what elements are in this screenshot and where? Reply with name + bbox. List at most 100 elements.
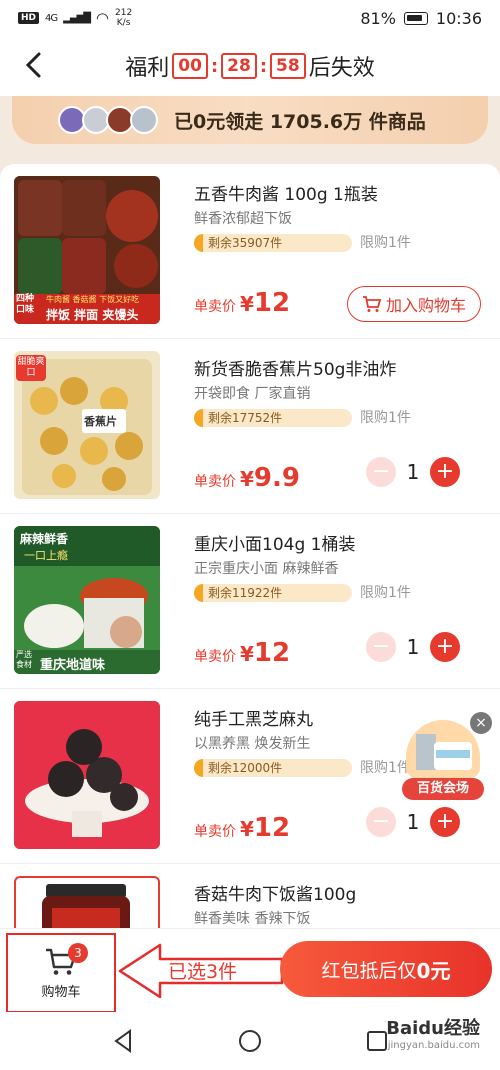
- plus-icon[interactable]: +: [430, 457, 460, 487]
- stock-badge: 剩余12000件: [194, 759, 352, 777]
- checkout-label: 红包抵后仅: [321, 959, 417, 982]
- back-icon: [25, 52, 41, 78]
- back-button[interactable]: [18, 50, 48, 80]
- product-name[interactable]: 新货香脆香蕉片50g非油炸: [194, 355, 396, 380]
- limit-text: 限购1件: [360, 235, 411, 251]
- product-desc: 开袋即食 厂家直销: [194, 386, 311, 402]
- product-image: [14, 701, 160, 849]
- claim-banner: 已0元领走 1705.6万 件商品: [12, 96, 488, 144]
- image-top-text: 麻辣鲜香: [20, 532, 69, 546]
- product-image: 甜脆爽口 香蕉片: [14, 351, 160, 499]
- image-top-text-2: 一口上瘾: [24, 549, 68, 562]
- cart-icon: [362, 296, 382, 312]
- page-header: 福利 00 : 28 : 58 后失效: [0, 36, 500, 96]
- list-item[interactable]: 甜脆爽口 香蕉片 新货香脆香蕉片50g非油炸 开袋即食 厂家直销 剩余17752…: [0, 339, 500, 514]
- nav-back-icon[interactable]: [112, 1029, 134, 1053]
- price-label: 单卖价: [194, 474, 236, 490]
- price-value: 12: [253, 288, 291, 318]
- limit-text: 限购1件: [360, 410, 411, 426]
- mall-label: 百货会场: [402, 778, 484, 800]
- image-banner-text: 牛肉酱 香菇酱 下饭又好吃: [46, 295, 140, 304]
- minus-icon[interactable]: −: [366, 632, 396, 662]
- hd-icon: HD: [18, 12, 40, 24]
- price-label: 单卖价: [194, 649, 236, 665]
- watermark: Baidu经验 jingyan.baidu.com: [386, 1018, 480, 1051]
- product-desc: 鲜香美味 香辣下饭: [194, 911, 311, 927]
- quantity-value: 1: [406, 460, 420, 484]
- network-speed: 212 K/s: [115, 8, 133, 28]
- product-desc: 以黑养黑 焕发新生: [194, 736, 311, 752]
- checkout-amount: 0元: [416, 958, 451, 983]
- avatar-group: [58, 106, 158, 134]
- nav-recent-icon[interactable]: [366, 1030, 388, 1052]
- stock-badge: 剩余11922件: [194, 584, 352, 602]
- quantity-stepper: − 1 +: [366, 807, 460, 837]
- product-desc: 正宗重庆小面 麻辣鲜香: [194, 561, 339, 577]
- title-suffix: 后失效: [308, 56, 375, 81]
- stock-badge: 剩余35907件: [194, 234, 352, 252]
- price-value: 9.9: [253, 463, 300, 493]
- banner-text: 已0元领走 1705.6万 件商品: [174, 110, 426, 133]
- list-item[interactable]: 麻辣鲜香 一口上瘾 严选食材 重庆地道味 重庆小面104g 1桶装 正宗重庆小面…: [0, 514, 500, 689]
- countdown-title: 福利 00 : 28 : 58 后失效: [125, 50, 375, 82]
- add-to-cart-label: 加入购物车: [385, 296, 466, 315]
- network-type: 4G: [45, 12, 58, 24]
- cart-button[interactable]: 3 购物车: [6, 933, 116, 1013]
- price-label: 单卖价: [194, 299, 236, 315]
- product-price: 单卖价 ¥ 9.9: [194, 463, 300, 493]
- clock: 10:36: [435, 8, 482, 28]
- nav-home-icon[interactable]: [238, 1029, 262, 1053]
- cart-count-badge: 3: [68, 943, 88, 963]
- product-name[interactable]: 香菇牛肉下饭酱100g: [194, 880, 356, 905]
- product-desc: 鲜香浓郁超下饭: [194, 211, 292, 227]
- countdown-seconds: 58: [270, 53, 306, 79]
- product-price: 单卖价 ¥ 12: [194, 288, 291, 318]
- quantity-value: 1: [406, 635, 420, 659]
- countdown-hours: 00: [172, 53, 208, 79]
- product-list: 四种口味 牛肉酱 香菇酱 下饭又好吃 拌饭 拌面 夹馒头 五香牛肉酱 100g …: [0, 164, 500, 928]
- product-price: 单卖价 ¥ 12: [194, 638, 291, 668]
- product-image: 四种口味 牛肉酱 香菇酱 下饭又好吃 拌饭 拌面 夹馒头: [14, 176, 160, 324]
- selected-count: 已选3件: [168, 961, 238, 983]
- list-item[interactable]: 香菇牛肉下饭酱100g 鲜香美味 香辣下饭: [0, 864, 500, 928]
- minus-icon[interactable]: −: [366, 457, 396, 487]
- add-to-cart-button[interactable]: 加入购物车: [347, 286, 481, 322]
- image-tag: 严选食材: [16, 650, 32, 669]
- product-name[interactable]: 五香牛肉酱 100g 1瓶装: [194, 180, 378, 205]
- title-prefix: 福利: [125, 56, 170, 81]
- price-label: 单卖价: [194, 824, 236, 840]
- image-bottom-text: 重庆地道味: [40, 658, 106, 673]
- wifi-icon: ◠: [95, 9, 109, 27]
- countdown-minutes: 28: [221, 53, 257, 79]
- image-label: 香蕉片: [84, 415, 117, 428]
- product-price: 单卖价 ¥ 12: [194, 813, 291, 843]
- avatar: [130, 106, 158, 134]
- product-name[interactable]: 重庆小面104g 1桶装: [194, 530, 355, 555]
- image-bottom-text: 拌饭 拌面 夹馒头: [46, 308, 139, 322]
- price-value: 12: [253, 813, 291, 843]
- close-icon[interactable]: ×: [470, 712, 492, 734]
- quantity-stepper: − 1 +: [366, 632, 460, 662]
- price-value: 12: [253, 638, 291, 668]
- limit-text: 限购1件: [360, 585, 411, 601]
- minus-icon[interactable]: −: [366, 807, 396, 837]
- product-name[interactable]: 纯手工黑芝麻丸: [194, 705, 313, 730]
- product-image: [14, 876, 160, 928]
- quantity-stepper: − 1 +: [366, 457, 460, 487]
- battery-icon: [403, 11, 428, 25]
- mall-image: [406, 720, 480, 778]
- image-side-text: 四种口味: [16, 294, 35, 315]
- checkout-button[interactable]: 红包抵后仅 0元: [280, 941, 492, 997]
- status-bar: HD 4G ▂▄▆█ ◠ 212 K/s 81% 10:36: [0, 0, 500, 36]
- cart-label: 购物车: [41, 984, 81, 1000]
- product-image: 麻辣鲜香 一口上瘾 严选食材 重庆地道味: [14, 526, 160, 674]
- list-item[interactable]: 四种口味 牛肉酱 香菇酱 下饭又好吃 拌饭 拌面 夹馒头 五香牛肉酱 100g …: [0, 164, 500, 339]
- image-tag: 甜脆爽口: [16, 355, 46, 381]
- plus-icon[interactable]: +: [430, 632, 460, 662]
- quantity-value: 1: [406, 810, 420, 834]
- signal-icon: ▂▄▆█: [63, 12, 91, 24]
- floating-mall-entry[interactable]: 百货会场 ×: [402, 712, 492, 800]
- battery-percent: 81%: [360, 8, 396, 28]
- stock-badge: 剩余17752件: [194, 409, 352, 427]
- plus-icon[interactable]: +: [430, 807, 460, 837]
